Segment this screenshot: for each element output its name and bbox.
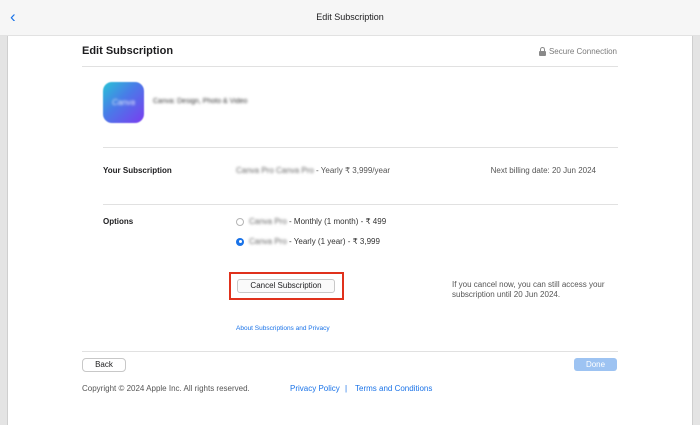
left-window-edge <box>0 0 8 425</box>
window-title: Edit Subscription <box>316 12 384 22</box>
footer-separator: | <box>345 384 348 393</box>
cancel-note: If you cancel now, you can still access … <box>452 280 605 299</box>
cancel-subscription-button[interactable]: Cancel Subscription <box>237 279 335 293</box>
current-plan: Canva Pro Canva Pro - Yearly ₹ 3,999/yea… <box>236 166 390 175</box>
app-name: Canva: Design, Photo & Video <box>153 98 248 105</box>
secure-connection-label: Secure Connection <box>548 47 617 56</box>
done-button: Done <box>574 358 617 371</box>
app-icon: Canva <box>103 82 144 123</box>
plan-name-blurred: Canva Pro Canva Pro <box>236 166 314 175</box>
option-monthly[interactable]: Canva Pro - Monthly (1 month) - ₹ 499 <box>236 217 386 226</box>
app-divider <box>103 147 618 148</box>
title-bar: ‹ Edit Subscription <box>0 0 700 36</box>
next-billing-date: Next billing date: 20 Jun 2024 <box>490 166 596 175</box>
about-subscriptions-link[interactable]: About Subscriptions and Privacy <box>236 325 330 332</box>
page-title: Edit Subscription <box>82 45 174 57</box>
right-window-edge <box>692 0 700 425</box>
back-button[interactable]: Back <box>82 358 126 372</box>
secure-connection: Secure Connection <box>538 47 617 56</box>
radio-monthly[interactable] <box>236 217 244 226</box>
radio-yearly-selected[interactable] <box>236 237 244 246</box>
plan-price: - Yearly ₹ 3,999/year <box>313 166 391 175</box>
options-label: Options <box>103 217 134 226</box>
your-subscription-label: Your Subscription <box>103 166 172 175</box>
edit-subscription-window: ‹ Edit Subscription Edit Subscription Se… <box>0 0 700 425</box>
privacy-policy-link[interactable]: Privacy Policy <box>290 384 340 393</box>
terms-link[interactable]: Terms and Conditions <box>355 384 432 393</box>
lock-icon <box>538 47 546 56</box>
header-divider <box>82 66 618 67</box>
subscription-divider <box>103 204 618 205</box>
copyright: Copyright © 2024 Apple Inc. All rights r… <box>82 384 250 393</box>
footer-divider <box>82 351 618 352</box>
option-yearly[interactable]: Canva Pro - Yearly (1 year) - ₹ 3,999 <box>236 237 380 246</box>
